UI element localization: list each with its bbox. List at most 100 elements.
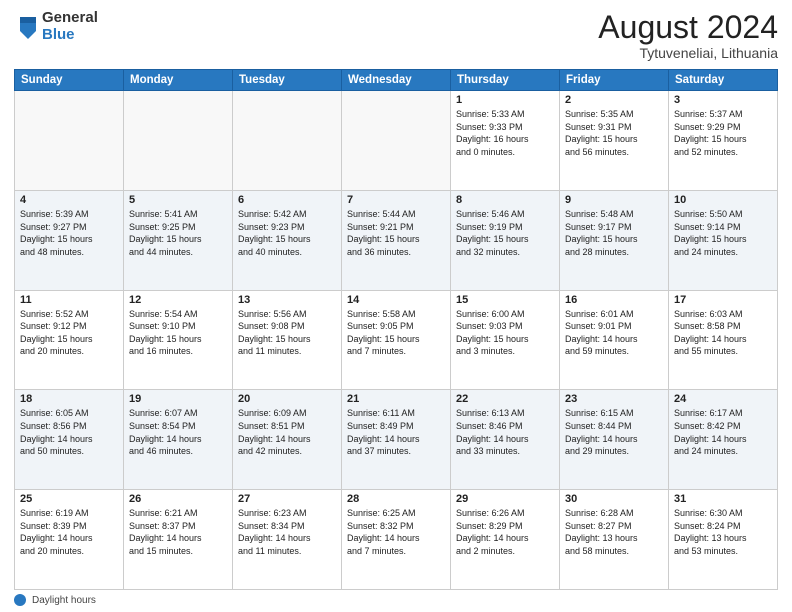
calendar-cell: [15, 91, 124, 191]
day-number: 31: [674, 493, 772, 505]
day-info: Sunrise: 5:44 AM Sunset: 9:21 PM Dayligh…: [347, 208, 445, 258]
day-number: 20: [238, 393, 336, 405]
calendar-cell: 6Sunrise: 5:42 AM Sunset: 9:23 PM Daylig…: [233, 190, 342, 290]
calendar-cell: 4Sunrise: 5:39 AM Sunset: 9:27 PM Daylig…: [15, 190, 124, 290]
calendar-cell: 9 Sunrise: 5:48 AM Sunset: 9:17 PM Daylig…: [560, 190, 669, 290]
calendar-cell: 24 Sunrise: 6:17 AM Sunset: 8:42 PM Dayli…: [669, 390, 778, 490]
day-info: Sunrise: 6:23 AM Sunset: 8:34 PM Dayligh…: [238, 507, 336, 557]
calendar-table: SundayMondayTuesdayWednesdayThursdayFrid…: [14, 69, 778, 590]
day-number: 12: [129, 294, 227, 306]
calendar-cell: 29Sunrise: 6:26 AM Sunset: 8:29 PM Dayli…: [451, 490, 560, 590]
day-number: 19: [129, 393, 227, 405]
calendar-cell: 2Sunrise: 5:35 AM Sunset: 9:31 PM Daylig…: [560, 91, 669, 191]
calendar-cell: [233, 91, 342, 191]
sub-title: Tytuveneliai, Lithuania: [598, 45, 778, 61]
day-info: Sunrise: 6:13 AM Sunset: 8:46 PM Dayligh…: [456, 407, 554, 457]
day-info: Sunrise: 6:05 AM Sunset: 8:56 PM Dayligh…: [20, 407, 118, 457]
day-info: Sunrise: 6:19 AM Sunset: 8:39 PM Dayligh…: [20, 507, 118, 557]
day-info: Sunrise: 5:48 AM Sunset: 9:17 PM Dayligh…: [565, 208, 663, 258]
day-number: 28: [347, 493, 445, 505]
day-number: 26: [129, 493, 227, 505]
calendar-cell: 10 Sunrise: 5:50 AM Sunset: 9:14 PM Dayli…: [669, 190, 778, 290]
day-number: 22: [456, 393, 554, 405]
calendar-cell: 11 Sunrise: 5:52 AM Sunset: 9:12 PM Dayli…: [15, 290, 124, 390]
day-number: 16: [565, 294, 663, 306]
calendar-cell: 1 Sunrise: 5:33 AM Sunset: 9:33 PM Daylig…: [451, 91, 560, 191]
calendar-cell: 14 Sunrise: 5:58 AM Sunset: 9:05 PM Dayli…: [342, 290, 451, 390]
day-number: 15: [456, 294, 554, 306]
day-number: 6: [238, 194, 336, 206]
day-info: Sunrise: 6:17 AM Sunset: 8:42 PM Dayligh…: [674, 407, 772, 457]
day-number: 14: [347, 294, 445, 306]
day-number: 29: [456, 493, 554, 505]
calendar-week-row: 1 Sunrise: 5:33 AM Sunset: 9:33 PM Daylig…: [15, 91, 778, 191]
day-info: Sunrise: 5:33 AM Sunset: 9:33 PM Dayligh…: [456, 108, 554, 158]
day-number: 2: [565, 94, 663, 106]
calendar-cell: 12 Sunrise: 5:54 AM Sunset: 9:10 PM Dayli…: [124, 290, 233, 390]
calendar-cell: 26 Sunrise: 6:21 AM Sunset: 8:37 PM Dayli…: [124, 490, 233, 590]
day-info: Sunrise: 5:52 AM Sunset: 9:12 PM Dayligh…: [20, 308, 118, 358]
day-number: 10: [674, 194, 772, 206]
day-info: Sunrise: 6:21 AM Sunset: 8:37 PM Dayligh…: [129, 507, 227, 557]
footer-dot-icon: [14, 594, 26, 606]
calendar-cell: 31 Sunrise: 6:30 AM Sunset: 8:24 PM Dayli…: [669, 490, 778, 590]
day-number: 3: [674, 94, 772, 106]
day-info: Sunrise: 6:30 AM Sunset: 8:24 PM Dayligh…: [674, 507, 772, 557]
day-number: 1: [456, 94, 554, 106]
calendar-cell: 5 Sunrise: 5:41 AM Sunset: 9:25 PM Daylig…: [124, 190, 233, 290]
day-info: Sunrise: 5:46 AM Sunset: 9:19 PM Dayligh…: [456, 208, 554, 258]
day-info: Sunrise: 6:11 AM Sunset: 8:49 PM Dayligh…: [347, 407, 445, 457]
calendar-cell: [124, 91, 233, 191]
calendar-cell: 28 Sunrise: 6:25 AM Sunset: 8:32 PM Dayli…: [342, 490, 451, 590]
day-number: 17: [674, 294, 772, 306]
calendar-week-row: 18Sunrise: 6:05 AM Sunset: 8:56 PM Dayli…: [15, 390, 778, 490]
calendar-cell: 15 Sunrise: 6:00 AM Sunset: 9:03 PM Dayli…: [451, 290, 560, 390]
day-info: Sunrise: 6:03 AM Sunset: 8:58 PM Dayligh…: [674, 308, 772, 358]
calendar-cell: 27 Sunrise: 6:23 AM Sunset: 8:34 PM Dayli…: [233, 490, 342, 590]
page: General Blue August 2024 Tytuveneliai, L…: [0, 0, 792, 612]
day-info: Sunrise: 5:41 AM Sunset: 9:25 PM Dayligh…: [129, 208, 227, 258]
day-number: 13: [238, 294, 336, 306]
day-number: 7: [347, 194, 445, 206]
weekday-header: Saturday: [669, 70, 778, 91]
footer-label: Daylight hours: [32, 595, 96, 606]
day-number: 21: [347, 393, 445, 405]
logo-general-label: General: [42, 10, 98, 27]
calendar-cell: 13Sunrise: 5:56 AM Sunset: 9:08 PM Dayli…: [233, 290, 342, 390]
title-block: August 2024 Tytuveneliai, Lithuania: [598, 10, 778, 61]
calendar-cell: 16Sunrise: 6:01 AM Sunset: 9:01 PM Dayli…: [560, 290, 669, 390]
logo-icon: [16, 13, 40, 41]
calendar-cell: 22 Sunrise: 6:13 AM Sunset: 8:46 PM Dayli…: [451, 390, 560, 490]
logo: General Blue: [14, 10, 98, 43]
calendar-cell: 8 Sunrise: 5:46 AM Sunset: 9:19 PM Daylig…: [451, 190, 560, 290]
day-info: Sunrise: 6:25 AM Sunset: 8:32 PM Dayligh…: [347, 507, 445, 557]
calendar-week-row: 4Sunrise: 5:39 AM Sunset: 9:27 PM Daylig…: [15, 190, 778, 290]
day-number: 30: [565, 493, 663, 505]
weekday-header: Wednesday: [342, 70, 451, 91]
weekday-header: Friday: [560, 70, 669, 91]
calendar-cell: 25 Sunrise: 6:19 AM Sunset: 8:39 PM Dayli…: [15, 490, 124, 590]
day-number: 4: [20, 194, 118, 206]
day-number: 11: [20, 294, 118, 306]
logo-text: General Blue: [42, 10, 98, 43]
weekday-header: Sunday: [15, 70, 124, 91]
day-number: 27: [238, 493, 336, 505]
day-info: Sunrise: 5:58 AM Sunset: 9:05 PM Dayligh…: [347, 308, 445, 358]
weekday-header-row: SundayMondayTuesdayWednesdayThursdayFrid…: [15, 70, 778, 91]
day-number: 8: [456, 194, 554, 206]
calendar-cell: 3Sunrise: 5:37 AM Sunset: 9:29 PM Daylig…: [669, 91, 778, 191]
calendar-cell: 21 Sunrise: 6:11 AM Sunset: 8:49 PM Dayli…: [342, 390, 451, 490]
header: General Blue August 2024 Tytuveneliai, L…: [14, 10, 778, 61]
day-info: Sunrise: 6:00 AM Sunset: 9:03 PM Dayligh…: [456, 308, 554, 358]
day-number: 24: [674, 393, 772, 405]
day-info: Sunrise: 5:50 AM Sunset: 9:14 PM Dayligh…: [674, 208, 772, 258]
main-title: August 2024: [598, 10, 778, 45]
day-info: Sunrise: 5:54 AM Sunset: 9:10 PM Dayligh…: [129, 308, 227, 358]
weekday-header: Tuesday: [233, 70, 342, 91]
day-number: 9: [565, 194, 663, 206]
day-number: 25: [20, 493, 118, 505]
footer: Daylight hours: [14, 594, 778, 606]
weekday-header: Thursday: [451, 70, 560, 91]
calendar-cell: [342, 91, 451, 191]
day-number: 5: [129, 194, 227, 206]
